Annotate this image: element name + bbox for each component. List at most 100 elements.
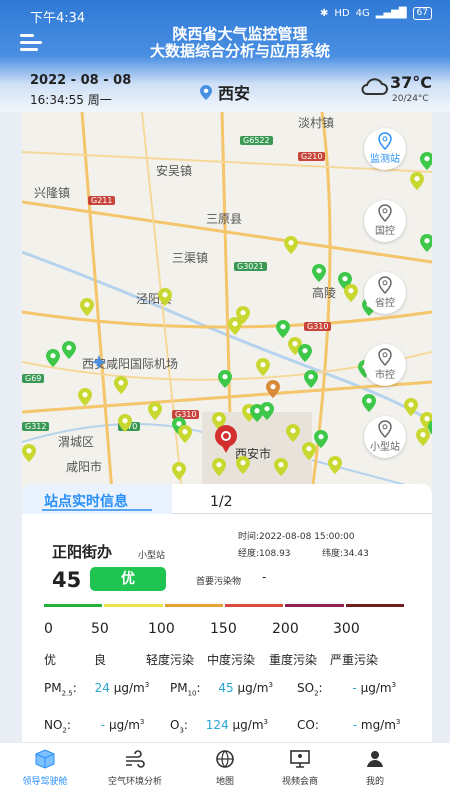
station-marker-icon[interactable] — [362, 394, 376, 412]
station-marker-icon[interactable] — [46, 349, 60, 367]
filter-label: 国控 — [375, 226, 395, 237]
scale-tick: 300 — [333, 621, 360, 637]
signal-icon: ▂▄▆█ — [375, 8, 407, 19]
station-marker-icon[interactable] — [344, 284, 358, 302]
nav-label: 领导驾驶舱 — [22, 777, 68, 787]
filter-label: 市控 — [375, 370, 395, 381]
station-marker-icon[interactable] — [228, 317, 242, 335]
filter-national[interactable]: 国控 — [364, 200, 406, 242]
scale-tick: 150 — [210, 621, 237, 637]
filter-monitoring-station[interactable]: 监测站 — [364, 128, 406, 170]
cube-icon — [35, 749, 55, 769]
station-marker-icon[interactable] — [114, 376, 128, 394]
nav-map[interactable]: 地图 — [185, 749, 265, 787]
road-label: G69 — [22, 374, 45, 383]
road-label: G3021 — [234, 262, 267, 271]
station-marker-icon[interactable] — [328, 456, 342, 474]
station-marker-icon[interactable] — [22, 444, 36, 462]
station-marker-icon[interactable] — [158, 288, 172, 306]
pollutant-no2: NO2: - μg/m3 — [44, 718, 145, 735]
cloudy-icon — [361, 78, 388, 95]
station-longitude: 经度:108.93 — [238, 549, 291, 559]
level-label: 中度污染 — [207, 653, 256, 667]
station-marker-icon[interactable] — [266, 380, 280, 398]
pollutant-pm10: PM10: 45 μg/m3 — [170, 681, 273, 698]
station-marker-icon[interactable] — [80, 298, 94, 316]
station-marker-icon[interactable] — [276, 320, 290, 338]
airport-icon — [92, 355, 106, 369]
scale-segment — [164, 604, 223, 607]
station-marker-icon[interactable] — [420, 152, 432, 170]
place-label: 高陵 — [312, 286, 337, 300]
nav-profile[interactable]: 我的 — [335, 749, 415, 787]
aqi-scale-bar — [44, 604, 404, 607]
page-indicator[interactable]: 1/2 — [210, 494, 233, 510]
system-title-line2: 大数据综合分析与应用系统 — [149, 42, 330, 60]
station-marker-icon[interactable] — [148, 402, 162, 420]
monitor-icon — [290, 750, 310, 768]
station-latitude: 纬度:34.43 — [322, 549, 369, 559]
station-marker-icon[interactable] — [212, 458, 226, 476]
station-marker-icon[interactable] — [286, 424, 300, 442]
station-marker-icon[interactable] — [274, 458, 288, 476]
station-marker-icon[interactable] — [218, 370, 232, 388]
globe-icon — [216, 750, 234, 768]
scale-segment — [285, 604, 344, 607]
pollutant-so2: SO2: - μg/m3 — [297, 681, 397, 698]
nav-dashboard[interactable]: 领导驾驶舱 — [5, 749, 85, 787]
scale-tick: 0 — [44, 621, 53, 637]
station-marker-icon[interactable] — [62, 341, 76, 359]
station-marker-icon[interactable] — [314, 430, 328, 448]
station-marker-icon[interactable] — [172, 462, 186, 480]
filter-label: 省控 — [375, 298, 395, 309]
scale-segment — [104, 604, 163, 607]
filter-municipal[interactable]: 市控 — [364, 344, 406, 386]
nav-label: 空气环境分析 — [107, 777, 162, 787]
station-marker-icon[interactable] — [236, 456, 250, 474]
network-label: 4G — [355, 8, 370, 19]
system-title-line1: 陕西省大气监控管理 — [172, 25, 308, 43]
place-label: 兴隆镇 — [34, 186, 71, 200]
filter-small-station[interactable]: 小型站 — [364, 416, 406, 458]
level-label: 优 — [44, 653, 57, 667]
station-marker-icon[interactable] — [298, 344, 312, 362]
wind-icon — [126, 750, 145, 768]
station-marker-icon[interactable] — [178, 425, 192, 443]
scale-tick: 100 — [148, 621, 175, 637]
primary-pollutant-value: - — [262, 570, 267, 584]
station-marker-icon[interactable] — [404, 398, 418, 416]
nav-air-analysis[interactable]: 空气环境分析 — [95, 749, 175, 787]
bluetooth-icon: ✱ — [320, 8, 329, 19]
location-pin-icon — [378, 276, 392, 294]
station-marker-icon[interactable] — [256, 358, 270, 376]
station-marker-icon[interactable] — [312, 264, 326, 282]
hd-label: HD — [334, 8, 350, 19]
bottom-nav: 领导驾驶舱 空气环境分析 地图 视频会商 我的 — [0, 742, 450, 800]
user-icon — [367, 751, 383, 767]
temperature: 37°C — [390, 73, 433, 92]
city-selector[interactable]: 西安 — [200, 80, 250, 104]
selected-station-marker-icon[interactable] — [214, 424, 238, 454]
aqi-value: 45 — [52, 568, 82, 592]
station-marker-icon[interactable] — [304, 370, 318, 388]
menu-icon[interactable] — [20, 34, 42, 52]
station-marker-icon[interactable] — [428, 420, 432, 438]
station-type: 小型站 — [138, 551, 166, 561]
panel-title-underline — [42, 509, 152, 511]
city-name: 西安 — [218, 84, 251, 103]
station-marker-icon[interactable] — [420, 234, 432, 252]
pollutant-pm25: PM2.5: 24 μg/m3 — [44, 681, 150, 698]
place-label: 三原县 — [206, 212, 243, 226]
level-label: 轻度污染 — [146, 653, 195, 667]
station-marker-icon[interactable] — [410, 172, 424, 190]
station-marker-icon[interactable] — [78, 388, 92, 406]
road-label: G210 — [298, 152, 326, 161]
filter-provincial[interactable]: 省控 — [364, 272, 406, 314]
filter-label: 监测站 — [370, 154, 400, 165]
station-marker-icon[interactable] — [284, 236, 298, 254]
station-marker-icon[interactable] — [118, 414, 132, 432]
nav-video-meeting[interactable]: 视频会商 — [260, 749, 340, 787]
aqi-grade-badge: 优 — [90, 567, 166, 591]
location-pin-icon — [378, 348, 392, 366]
station-marker-icon[interactable] — [260, 402, 274, 420]
